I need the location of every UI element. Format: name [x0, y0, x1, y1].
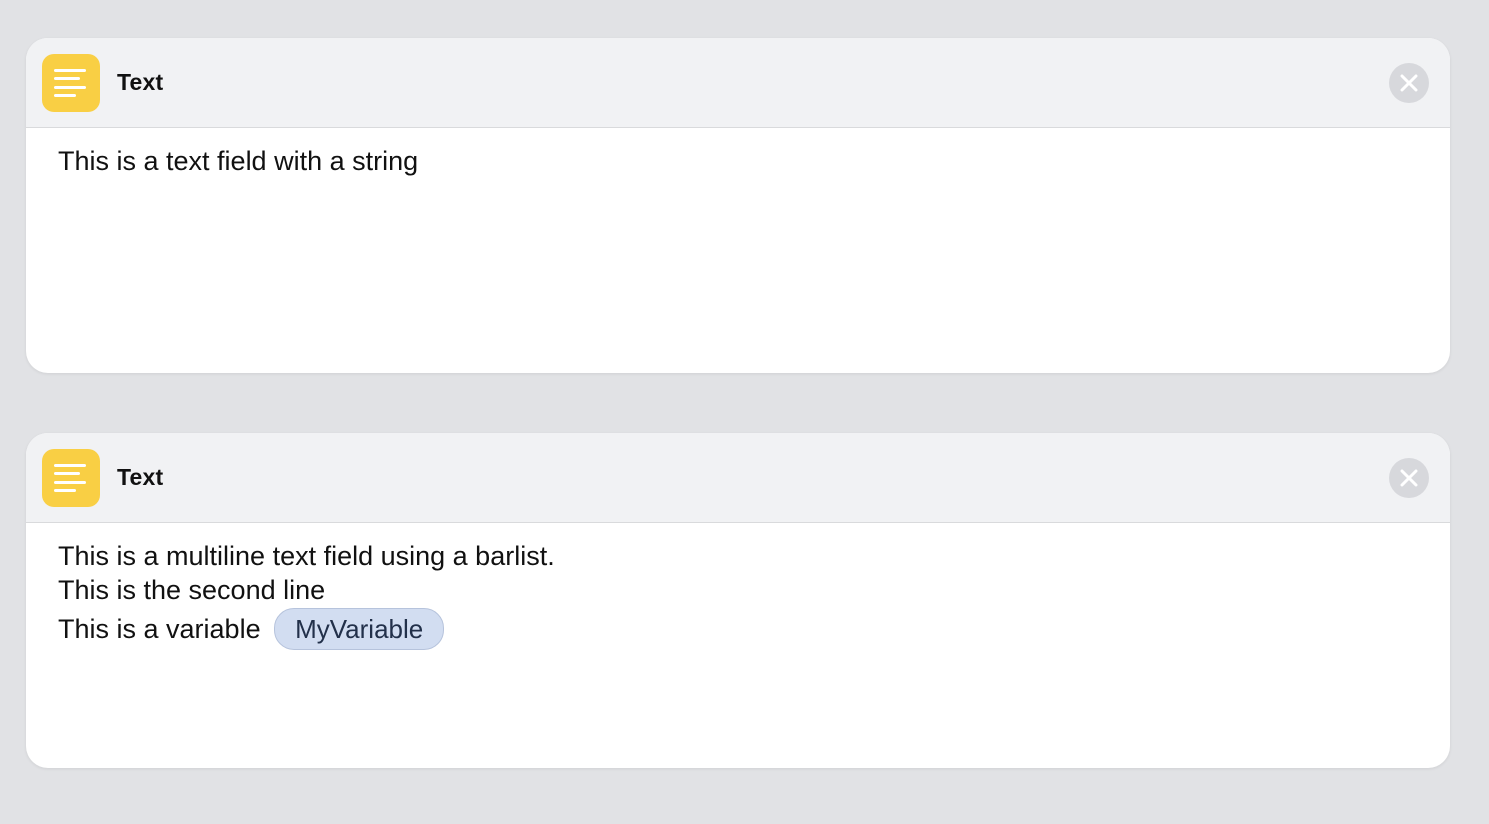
text-lines-icon [42, 449, 100, 507]
close-button[interactable] [1389, 458, 1429, 498]
variable-token[interactable]: MyVariable [274, 608, 445, 650]
text-action-card: Text This is a multiline text field usin… [26, 433, 1450, 768]
multiline-text-field[interactable]: This is a multiline text field using a b… [58, 539, 1418, 739]
close-icon [1400, 469, 1418, 487]
text-lines-icon [42, 54, 100, 112]
card-title: Text [117, 464, 164, 490]
text-line: This is a multiline text field using a b… [58, 541, 555, 571]
close-icon [1400, 74, 1418, 92]
text-field-value: This is a text field with a string [58, 146, 419, 176]
card-header: Text [26, 38, 1450, 128]
text-action-card: Text This is a text field with a string [26, 38, 1450, 373]
text-field[interactable]: This is a text field with a string [58, 144, 1418, 344]
card-title: Text [117, 69, 164, 95]
close-button[interactable] [1389, 63, 1429, 103]
variable-line: This is a variable MyVariable [58, 608, 1418, 652]
card-header: Text [26, 433, 1450, 523]
card-body: This is a multiline text field using a b… [26, 523, 1450, 739]
variable-line-prefix: This is a variable [58, 614, 261, 645]
text-line: This is the second line [58, 575, 326, 605]
card-body: This is a text field with a string [26, 128, 1450, 344]
